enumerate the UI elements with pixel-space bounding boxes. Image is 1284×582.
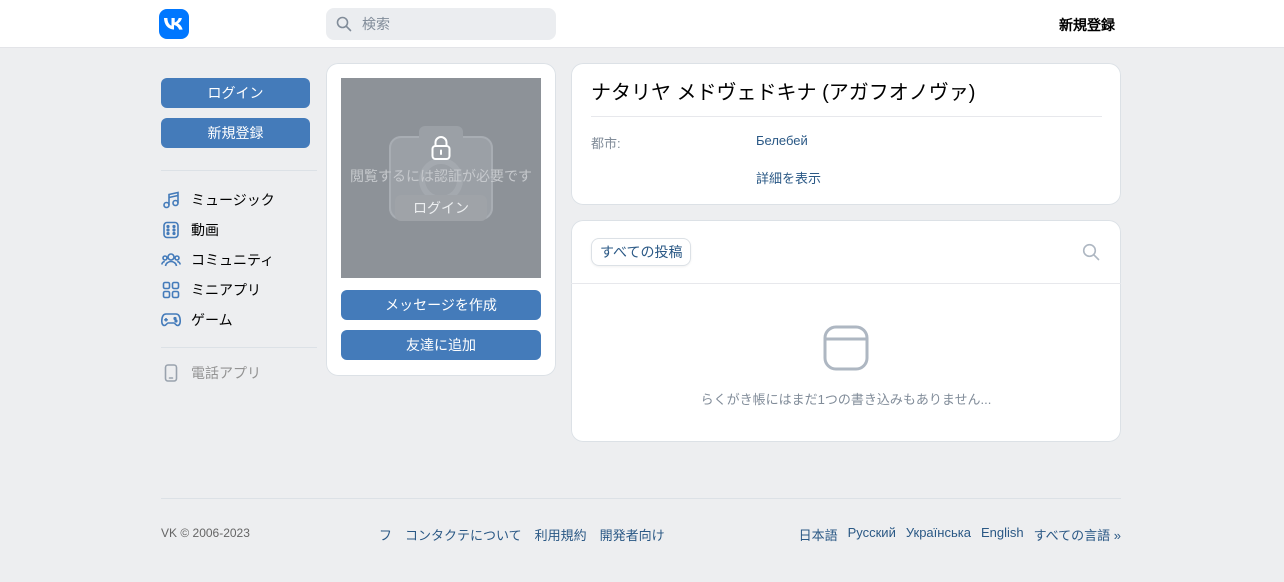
search-icon	[336, 16, 352, 32]
sidebar-item-music[interactable]: ミュージック	[161, 188, 275, 212]
show-more-link[interactable]: 詳細を表示	[756, 168, 821, 187]
footer-divider	[161, 498, 1121, 499]
sidebar-item-phone-app[interactable]: 電話アプリ	[161, 361, 261, 385]
city-link[interactable]: Белебей	[756, 133, 808, 148]
login-button[interactable]: ログイン	[161, 78, 310, 108]
sidebar-item-label: ミニアプリ	[191, 282, 261, 298]
footer-link-about[interactable]: コンタクテについて	[405, 525, 522, 544]
sidebar-item-label: コミュニティ	[191, 252, 275, 268]
avatar-login-button[interactable]: ログイン	[395, 195, 487, 221]
sidebar-item-label: 電話アプリ	[191, 365, 261, 381]
sidebar-item-miniapps[interactable]: ミニアプリ	[161, 278, 261, 302]
gamepad-icon	[161, 310, 181, 330]
sidebar-item-communities[interactable]: コミュニティ	[161, 248, 274, 272]
video-icon	[161, 220, 181, 240]
sidebar-divider	[161, 170, 317, 171]
footer-link-developers[interactable]: 開発者向け	[600, 525, 665, 544]
language-ukrainian[interactable]: Українська	[906, 525, 971, 544]
footer-copyright: VK © 2006-2023	[161, 526, 250, 540]
top-header: 新規登録	[0, 0, 1284, 48]
empty-wall-message: らくがき帳にはまだ1つの書き込みもありません...	[700, 392, 992, 407]
footer-links: フ コンタクテについて 利用規約 開発者向け	[379, 525, 665, 544]
language-all[interactable]: すべての言語 »	[1034, 525, 1121, 544]
footer-link[interactable]: フ	[379, 525, 392, 544]
language-english[interactable]: English	[981, 525, 1024, 544]
locked-message: 閲覧するには認証が必要です	[350, 168, 532, 184]
users-icon	[161, 250, 181, 270]
sidebar-item-label: ゲーム	[191, 312, 233, 328]
lock-icon	[431, 136, 451, 160]
search-box[interactable]	[326, 8, 556, 40]
sidebar-item-label: 動画	[191, 222, 219, 238]
search-icon[interactable]	[1082, 243, 1100, 261]
empty-wall-icon	[823, 325, 869, 371]
write-message-button[interactable]: メッセージを作成	[341, 290, 541, 320]
avatar: 閲覧するには認証が必要です ログイン	[341, 78, 541, 278]
footer-link-terms[interactable]: 利用規約	[535, 525, 587, 544]
sidebar-item-label: ミュージック	[191, 192, 275, 208]
sidebar-item-games[interactable]: ゲーム	[161, 308, 233, 332]
music-note-icon	[161, 190, 181, 210]
profile-divider	[591, 116, 1102, 117]
city-label: 都市:	[591, 136, 621, 151]
footer-languages: 日本語 Русский Українська English すべての言語 »	[799, 525, 1121, 544]
vk-logo-icon[interactable]	[159, 9, 189, 39]
register-button[interactable]: 新規登録	[161, 118, 310, 148]
search-input[interactable]	[360, 15, 554, 33]
sidebar-item-video[interactable]: 動画	[161, 218, 219, 242]
tab-all-posts[interactable]: すべての投稿	[591, 238, 692, 266]
phone-icon	[161, 363, 181, 383]
posts-divider	[571, 283, 1121, 284]
profile-name: ナタリヤ メドヴェドキナ (アガフオノヴァ)	[591, 82, 976, 104]
apps-icon	[161, 280, 181, 300]
sidebar-divider	[161, 347, 317, 348]
add-friend-button[interactable]: 友達に追加	[341, 330, 541, 360]
language-japanese[interactable]: 日本語	[799, 525, 838, 544]
header-register-link[interactable]: 新規登録	[1059, 15, 1115, 35]
language-russian[interactable]: Русский	[848, 525, 896, 544]
